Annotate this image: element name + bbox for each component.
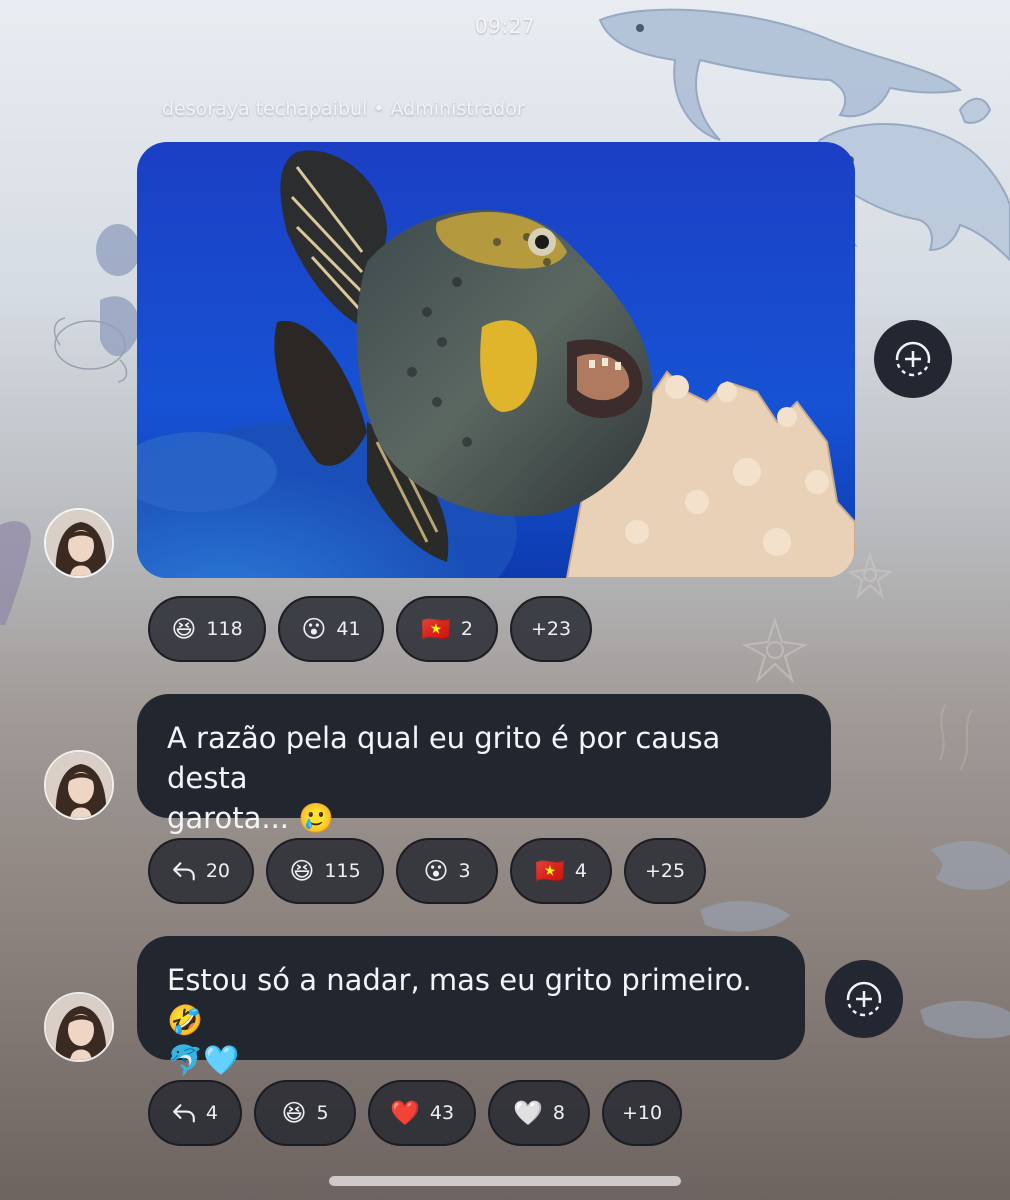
white-heart-emoji-icon: 🤍	[513, 1099, 543, 1127]
sender-role: Administrador	[390, 98, 525, 120]
sender-separator: •	[373, 98, 385, 120]
laughing-emoji-icon: 😆	[289, 857, 315, 885]
reaction-chip-heart[interactable]: ❤️ 43	[368, 1080, 476, 1146]
reply-count: 20	[205, 860, 230, 882]
reaction-count: 8	[552, 1102, 565, 1124]
forward-add-icon	[895, 341, 931, 377]
more-reactions-button[interactable]: +10	[602, 1080, 682, 1146]
sender-avatar[interactable]	[44, 750, 114, 820]
forward-add-icon	[846, 981, 882, 1017]
home-indicator[interactable]	[329, 1176, 681, 1186]
laughing-emoji-icon: 😆	[171, 615, 197, 643]
reply-icon	[173, 1104, 195, 1123]
reply-count: 4	[205, 1102, 218, 1124]
turtle-illustration	[0, 521, 31, 625]
message-text-line: garota... 🥲	[167, 801, 335, 835]
message-text-line: Estou só a nadar, mas eu grito primeiro.…	[167, 963, 752, 1037]
sender-avatar[interactable]	[44, 992, 114, 1062]
reaction-chip-laugh[interactable]: 😆 5	[254, 1080, 356, 1146]
reaction-chip-flag[interactable]: 🇻🇳 4	[510, 838, 612, 904]
more-reactions-label: +10	[621, 1102, 663, 1124]
sender-avatar[interactable]	[44, 508, 114, 578]
reply-count-chip[interactable]: 20	[148, 838, 254, 904]
reaction-count: 3	[458, 860, 471, 882]
reaction-count: 5	[316, 1102, 329, 1124]
reaction-bar: 20 😆 115 😮 3 🇻🇳 4 +25	[148, 838, 706, 904]
seaweed-illustration	[939, 704, 973, 771]
reaction-count: 115	[324, 860, 361, 882]
red-heart-emoji-icon: ❤️	[389, 1099, 420, 1127]
more-reactions-button[interactable]: +25	[624, 838, 706, 904]
message-bubble[interactable]: Estou só a nadar, mas eu grito primeiro.…	[137, 936, 805, 1077]
reaction-chip-laugh[interactable]: 😆 118	[148, 596, 266, 662]
surprised-emoji-icon: 😮	[301, 615, 327, 643]
vietnam-flag-emoji-icon: 🇻🇳	[421, 615, 451, 643]
reaction-chip-white-heart[interactable]: 🤍 8	[488, 1080, 590, 1146]
reply-count-chip[interactable]: 4	[148, 1080, 242, 1146]
surprised-emoji-icon: 😮	[423, 857, 449, 885]
status-bar-time: 09:27	[474, 14, 536, 38]
more-reactions-label: +25	[644, 860, 686, 882]
fish-photo-message[interactable]	[137, 142, 855, 578]
reaction-bar: 😆 118 😮 41 🇻🇳 2 +23	[148, 596, 592, 662]
reaction-chip-laugh[interactable]: 😆 115	[266, 838, 384, 904]
reaction-bar: 4 😆 5 ❤️ 43 🤍 8 +10	[148, 1080, 682, 1146]
vietnam-flag-emoji-icon: 🇻🇳	[535, 857, 565, 885]
reaction-chip-surprised[interactable]: 😮 3	[396, 838, 498, 904]
reaction-chip-surprised[interactable]: 😮 41	[278, 596, 384, 662]
message-bubble[interactable]: A razão pela qual eu grito é por causa d…	[137, 694, 831, 835]
fish-photo	[137, 142, 855, 578]
reaction-count: 118	[206, 618, 243, 640]
sender-line: desoraya techapaibul • Administrador	[162, 98, 525, 120]
reply-icon	[173, 862, 195, 881]
reaction-count: 43	[429, 1102, 455, 1124]
sender-name[interactable]: desoraya techapaibul	[162, 98, 367, 120]
laughing-emoji-icon: 😆	[281, 1099, 307, 1127]
forward-button[interactable]	[825, 960, 903, 1038]
message-text-line: A razão pela qual eu grito é por causa d…	[167, 721, 721, 795]
reaction-chip-flag[interactable]: 🇻🇳 2	[396, 596, 498, 662]
reaction-count: 4	[574, 860, 587, 882]
more-reactions-button[interactable]: +23	[510, 596, 592, 662]
more-reactions-label: +23	[530, 618, 572, 640]
balloon-illustration	[96, 224, 140, 357]
forward-button[interactable]	[874, 320, 952, 398]
reaction-count: 2	[460, 618, 473, 640]
message-text-line: 🐬🩵	[167, 1043, 240, 1077]
reaction-count: 41	[336, 618, 361, 640]
